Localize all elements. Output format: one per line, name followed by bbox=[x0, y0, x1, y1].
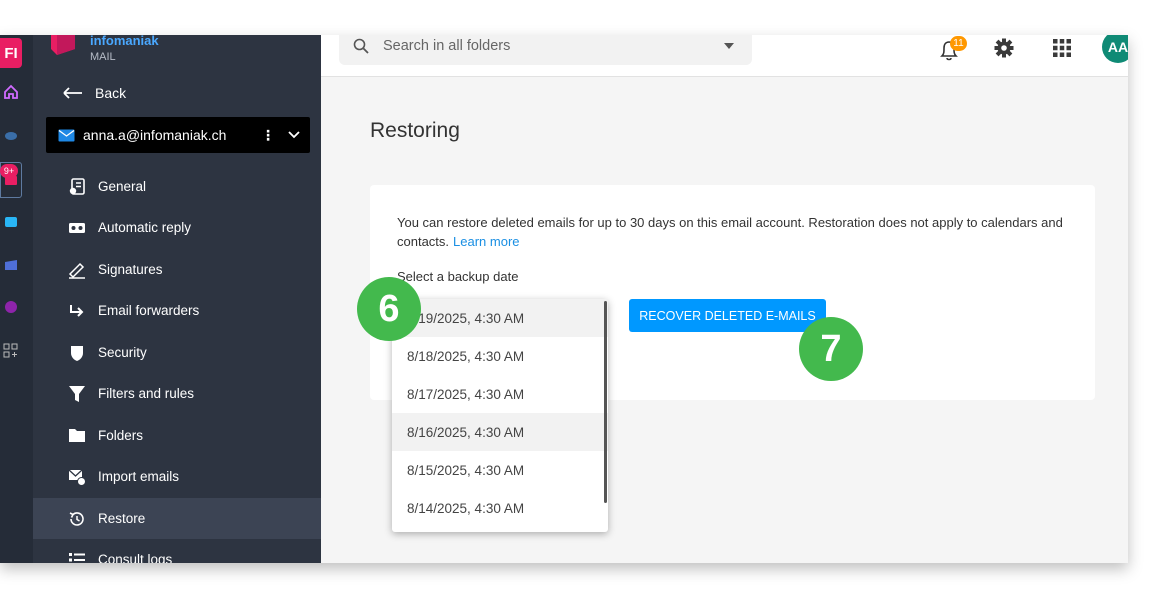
notification-count-badge: 11 bbox=[950, 36, 967, 51]
user-avatar[interactable]: AA bbox=[1102, 35, 1128, 63]
sidebar-item-label: General bbox=[98, 179, 147, 194]
sidebar-item-label: Import emails bbox=[98, 469, 180, 484]
restore-description: You can restore deleted emails for up to… bbox=[397, 213, 1077, 251]
brand-name: infomaniak bbox=[90, 35, 159, 48]
sidebar-item-label: Automatic reply bbox=[98, 220, 192, 235]
org-badge[interactable]: FI bbox=[0, 38, 22, 68]
signature-icon bbox=[67, 260, 87, 280]
backup-date-option[interactable]: 8/18/2025, 4:30 AM bbox=[392, 337, 608, 375]
sidebar-item-folders[interactable]: Folders bbox=[33, 415, 321, 456]
settings-sidebar: infomaniak MAIL Back anna.a@infomaniak.c… bbox=[33, 35, 321, 563]
backup-date-label: Select a backup date bbox=[397, 269, 519, 284]
sidebar-item-restore[interactable]: Restore bbox=[33, 498, 321, 539]
backup-date-option[interactable]: 8/15/2025, 4:30 AM bbox=[392, 451, 608, 489]
sidebar-item-general[interactable]: General bbox=[33, 166, 321, 207]
infomaniak-logo bbox=[51, 35, 75, 55]
sidebar-item-filters-and-rules[interactable]: Filters and rules bbox=[33, 373, 321, 414]
calendar-app-icon[interactable] bbox=[0, 254, 22, 276]
app-rail: FI 9+ bbox=[0, 35, 33, 563]
import-mail-icon bbox=[67, 467, 87, 487]
apps-grid-icon[interactable] bbox=[1052, 38, 1072, 58]
voicemail-icon bbox=[67, 218, 87, 238]
gear-icon[interactable] bbox=[994, 38, 1014, 58]
chevron-down-icon[interactable] bbox=[288, 131, 300, 139]
folder-icon bbox=[67, 426, 87, 446]
step-marker-6: 6 bbox=[357, 277, 421, 341]
sidebar-item-label: Consult logs bbox=[98, 552, 173, 563]
backup-date-option[interactable]: 8/17/2025, 4:30 AM bbox=[392, 375, 608, 413]
sidebar-item-label: Email forwarders bbox=[98, 303, 200, 318]
backup-date-dropdown[interactable]: 8/19/2025, 4:30 AM 8/18/2025, 4:30 AM 8/… bbox=[392, 299, 608, 532]
shield-icon bbox=[67, 343, 87, 363]
back-button[interactable]: Back bbox=[63, 85, 126, 101]
chat-app-icon[interactable] bbox=[0, 125, 22, 147]
settings-doc-icon bbox=[67, 177, 87, 197]
sidebar-item-signatures[interactable]: Signatures bbox=[33, 249, 321, 290]
app-window: FI 9+ infomaniak MAIL Back anna.a@infoma… bbox=[0, 35, 1128, 563]
list-icon bbox=[67, 550, 87, 564]
forward-icon bbox=[67, 301, 87, 321]
sidebar-item-email-forwarders[interactable]: Email forwarders bbox=[33, 290, 321, 331]
sidebar-item-import-emails[interactable]: Import emails bbox=[33, 456, 321, 497]
sidebar-item-label: Folders bbox=[98, 428, 144, 443]
page-title: Restoring bbox=[370, 119, 460, 142]
brand-subtitle: MAIL bbox=[90, 51, 116, 63]
sidebar-item-label: Security bbox=[98, 345, 147, 360]
filter-icon bbox=[67, 384, 87, 404]
envelope-icon bbox=[58, 129, 75, 141]
home-icon[interactable] bbox=[0, 79, 22, 105]
mail-notification-badge: 9+ bbox=[0, 164, 18, 178]
sidebar-item-label: Signatures bbox=[98, 262, 163, 277]
account-email: anna.a@infomaniak.ch bbox=[83, 127, 227, 143]
sidebar-item-consult-logs[interactable]: Consult logs bbox=[33, 539, 321, 563]
backup-date-option[interactable]: 8/16/2025, 4:30 AM bbox=[392, 413, 608, 451]
kebab-menu-icon[interactable]: ⋮ bbox=[260, 127, 276, 144]
drive-app-icon[interactable] bbox=[0, 211, 22, 233]
top-bar: Search in all folders 11 AA bbox=[321, 35, 1128, 77]
sidebar-item-label: Filters and rules bbox=[98, 386, 195, 401]
backup-date-option[interactable]: 8/19/2025, 4:30 AM bbox=[392, 299, 608, 337]
search-placeholder: Search in all folders bbox=[383, 38, 511, 54]
search-icon bbox=[353, 38, 369, 54]
sidebar-item-automatic-reply[interactable]: Automatic reply bbox=[33, 207, 321, 248]
add-app-icon[interactable] bbox=[0, 339, 22, 363]
search-input[interactable]: Search in all folders bbox=[339, 35, 752, 65]
recover-deleted-emails-button[interactable]: RECOVER DELETED E-MAILS bbox=[629, 299, 826, 332]
sidebar-item-label: Restore bbox=[98, 511, 146, 526]
account-selector[interactable]: anna.a@infomaniak.ch ⋮ bbox=[46, 117, 310, 153]
dropdown-scrollbar[interactable] bbox=[604, 301, 607, 503]
restore-icon bbox=[67, 509, 87, 529]
assistant-app-icon[interactable] bbox=[0, 296, 22, 318]
sidebar-item-security[interactable]: Security bbox=[33, 332, 321, 373]
back-label: Back bbox=[95, 85, 127, 101]
caret-down-icon[interactable] bbox=[724, 43, 734, 49]
step-marker-7: 7 bbox=[799, 317, 863, 381]
backup-date-option[interactable]: 8/14/2025, 4:30 AM bbox=[392, 489, 608, 527]
arrow-left-icon bbox=[63, 87, 82, 99]
learn-more-link[interactable]: Learn more bbox=[453, 234, 519, 249]
